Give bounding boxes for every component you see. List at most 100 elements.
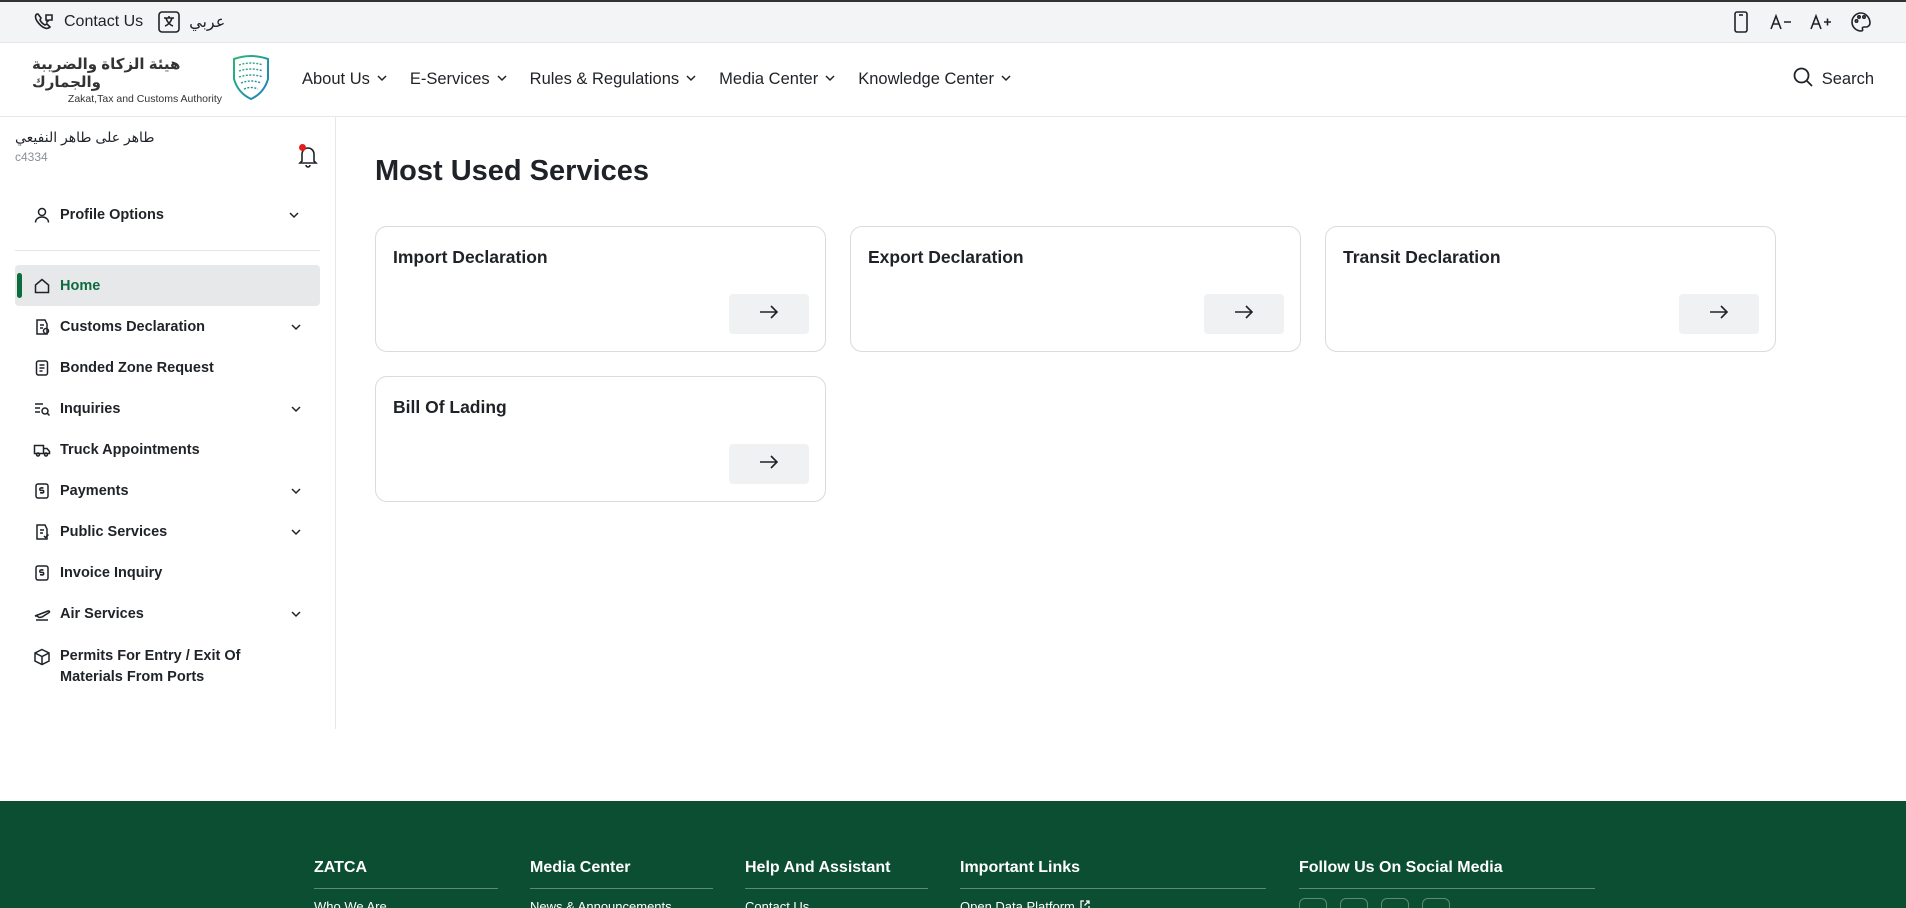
sidebar-item-air-services[interactable]: Air Services (15, 593, 320, 634)
sidebar-item-label: Bonded Zone Request (60, 359, 214, 376)
footer-column-important-links: Important Links (960, 859, 1080, 877)
airplane-icon (33, 605, 51, 623)
service-card-export-declaration[interactable]: Export Declaration (850, 226, 1301, 352)
nav-about-us[interactable]: About Us (302, 70, 388, 89)
arrow-right-icon (1709, 304, 1729, 324)
sidebar-item-label: Truck Appointments (60, 441, 200, 458)
service-card-import-declaration[interactable]: Import Declaration (375, 226, 826, 352)
footer-column-help: Help And Assistant (745, 859, 891, 877)
service-card-title: Export Declaration (868, 247, 1024, 267)
utility-bar: Contact Us عربي (0, 0, 1906, 43)
chevron-down-icon (290, 608, 302, 620)
chevron-down-icon (824, 70, 836, 89)
contact-us-link[interactable]: Contact Us (32, 11, 143, 33)
open-service-button[interactable] (729, 294, 809, 334)
youtube-social-icon[interactable] (1422, 898, 1450, 908)
logo-text: هيئة الزكاة والضريبة والجمارك Zakat,Tax … (32, 55, 222, 105)
page-title: Most Used Services (375, 155, 650, 187)
sidebar-item-label: Public Services (60, 523, 168, 540)
footer-link[interactable]: News & Announcements (530, 899, 672, 908)
footer-column-title: Media Center (530, 859, 631, 876)
contact-us-label: Contact Us (64, 13, 144, 30)
nav-e-services-label: E-Services (409, 70, 490, 88)
main-nav: About Us E-Services Rules & Regulations … (302, 70, 1012, 89)
main-header: هيئة الزكاة والضريبة والجمارك Zakat,Tax … (0, 43, 1906, 117)
footer-column-media-center: Media Center (530, 859, 630, 877)
sidebar-item-label: Customs Declaration (60, 318, 206, 335)
service-card-transit-declaration[interactable]: Transit Declaration (1325, 226, 1776, 352)
inquiry-search-icon (33, 400, 51, 418)
footer-divider (1299, 888, 1595, 889)
profile-options-toggle[interactable]: Profile Options (15, 197, 318, 233)
footer-column-title: Follow Us On Social Media (1299, 859, 1503, 876)
x-social-icon[interactable] (1299, 898, 1327, 908)
nav-rules-regulations[interactable]: Rules & Regulations (530, 70, 698, 89)
service-card-bill-of-lading[interactable]: Bill Of Lading (375, 376, 826, 502)
footer-column-title: ZATCA (314, 859, 368, 876)
footer-column-title: Help And Assistant (745, 859, 891, 876)
sidebar-item-permits[interactable]: Permits For Entry / Exit Of Materials Fr… (15, 634, 320, 694)
sidebar-item-home[interactable]: Home (15, 265, 320, 306)
sidebar-item-truck-appointments[interactable]: Truck Appointments (15, 429, 320, 470)
sidebar-item-public-services[interactable]: Public Services (15, 511, 320, 552)
package-icon (33, 648, 51, 666)
sidebar: طاهر على طاهر النفيعي c4334 Profile Opti… (0, 117, 336, 729)
instagram-social-icon[interactable] (1340, 898, 1368, 908)
chevron-down-icon (685, 70, 697, 89)
nav-knowledge-center-label: Knowledge Center (858, 70, 994, 88)
sidebar-item-label: Payments (60, 482, 129, 499)
nav-e-services[interactable]: E-Services (410, 70, 508, 89)
service-card-title: Import Declaration (393, 247, 548, 267)
sidebar-item-label: Permits For Entry / Exit Of Materials Fr… (60, 648, 241, 685)
nav-rules-regulations-label: Rules & Regulations (529, 70, 680, 88)
sidebar-item-bonded-zone-request[interactable]: Bonded Zone Request (15, 347, 320, 388)
palette-icon[interactable] (1848, 9, 1874, 35)
user-info: طاهر على طاهر النفيعي c4334 (15, 129, 320, 168)
footer-divider (530, 888, 713, 889)
language-switch[interactable]: عربي (157, 10, 225, 34)
footer-divider (314, 888, 498, 889)
utility-right (1728, 9, 1874, 35)
linkedin-social-icon[interactable] (1381, 898, 1409, 908)
arrow-right-icon (759, 304, 779, 324)
contact-phone-icon (32, 11, 56, 33)
bell-icon (296, 147, 320, 173)
nav-media-center-label: Media Center (719, 70, 819, 88)
truck-icon (33, 441, 51, 459)
footer-link-label: Open Data Platform (960, 899, 1075, 908)
declaration-icon (33, 318, 51, 336)
zatca-logo[interactable]: هيئة الزكاة والضريبة والجمارك Zakat,Tax … (32, 53, 272, 106)
chevron-down-icon (290, 526, 302, 538)
sidebar-item-payments[interactable]: Payments (15, 470, 320, 511)
public-services-icon (33, 523, 51, 541)
footer-divider (745, 888, 928, 889)
profile-divider (15, 250, 320, 251)
nav-knowledge-center[interactable]: Knowledge Center (858, 70, 1012, 89)
site-footer: ZATCA Who We Are Media Center News & Ann… (0, 801, 1906, 908)
mobile-icon[interactable] (1728, 9, 1754, 35)
home-icon (33, 277, 51, 295)
sidebar-item-invoice-inquiry[interactable]: Invoice Inquiry (15, 552, 320, 593)
sidebar-item-inquiries[interactable]: Inquiries (15, 388, 320, 429)
nav-about-us-label: About Us (302, 70, 370, 88)
notification-button[interactable] (296, 143, 320, 169)
open-service-button[interactable] (1679, 294, 1759, 334)
chevron-down-icon (1000, 70, 1012, 89)
sidebar-item-customs-declaration[interactable]: Customs Declaration (15, 306, 320, 347)
nav-media-center[interactable]: Media Center (719, 70, 836, 89)
footer-link[interactable]: Who We Are (314, 899, 387, 908)
document-icon (33, 359, 51, 377)
footer-link[interactable]: Contact Us (745, 899, 809, 908)
open-service-button[interactable] (729, 444, 809, 484)
footer-link[interactable]: Open Data Platform (960, 899, 1091, 908)
search-button[interactable]: Search (1792, 66, 1874, 93)
user-name: طاهر على طاهر النفيعي (15, 129, 155, 145)
arrow-right-icon (759, 454, 779, 474)
sidebar-item-label: Invoice Inquiry (60, 564, 163, 581)
increase-font-icon[interactable] (1808, 9, 1834, 35)
service-card-title: Transit Declaration (1343, 247, 1501, 267)
search-label: Search (1821, 70, 1874, 88)
open-service-button[interactable] (1204, 294, 1284, 334)
translate-icon (157, 10, 181, 34)
decrease-font-icon[interactable] (1768, 9, 1794, 35)
